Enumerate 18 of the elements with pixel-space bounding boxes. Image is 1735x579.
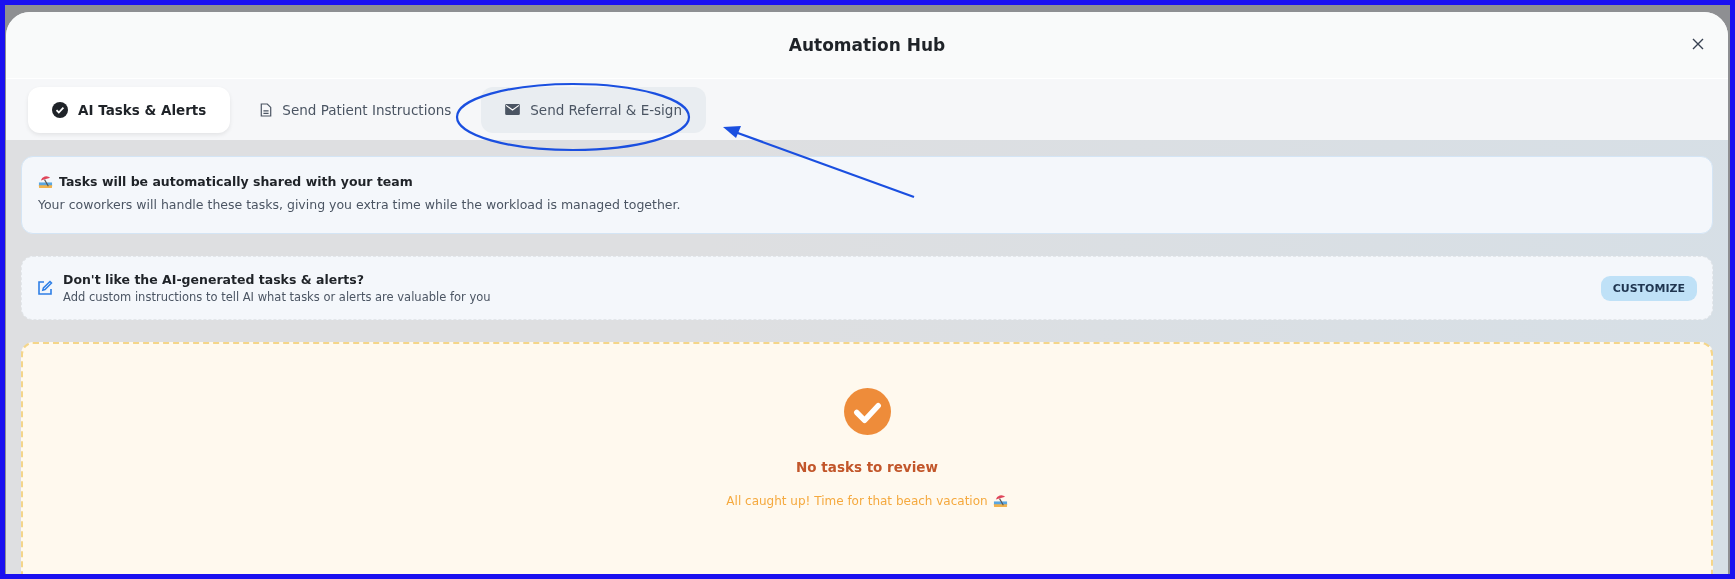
- empty-state-title: No tasks to review: [796, 459, 938, 475]
- banner-text: Your coworkers will handle these tasks, giving you extra time while the workload is managed together.: [38, 197, 682, 212]
- check-circle-icon: [52, 101, 68, 118]
- beach-icon: [992, 493, 1008, 508]
- banner-title: Don't like the AI-generated tasks & alerts?: [63, 272, 365, 287]
- customize-button[interactable]: CUSTOMIZE: [1600, 275, 1697, 301]
- document-icon: [260, 102, 273, 117]
- banner-text: Add custom instructions to tell AI what tasks or alerts are valuable for you: [63, 290, 492, 304]
- tab[interactable]: Send Patient Instructions: [236, 86, 476, 133]
- banner-title: Tasks will be automatically shared with your team: [59, 174, 413, 189]
- dialog-title: Automation Hub: [788, 35, 946, 55]
- envelope-icon: [505, 104, 521, 115]
- check-circle-icon: [843, 388, 891, 435]
- tab[interactable]: AI Tasks & Alerts: [28, 86, 231, 133]
- empty-state-text: All caught up! Time for that beach vacation: [726, 493, 988, 508]
- beach-icon: [38, 174, 53, 189]
- tab[interactable]: Send Referral & E-sign: [481, 86, 706, 133]
- edit-icon: [37, 280, 53, 296]
